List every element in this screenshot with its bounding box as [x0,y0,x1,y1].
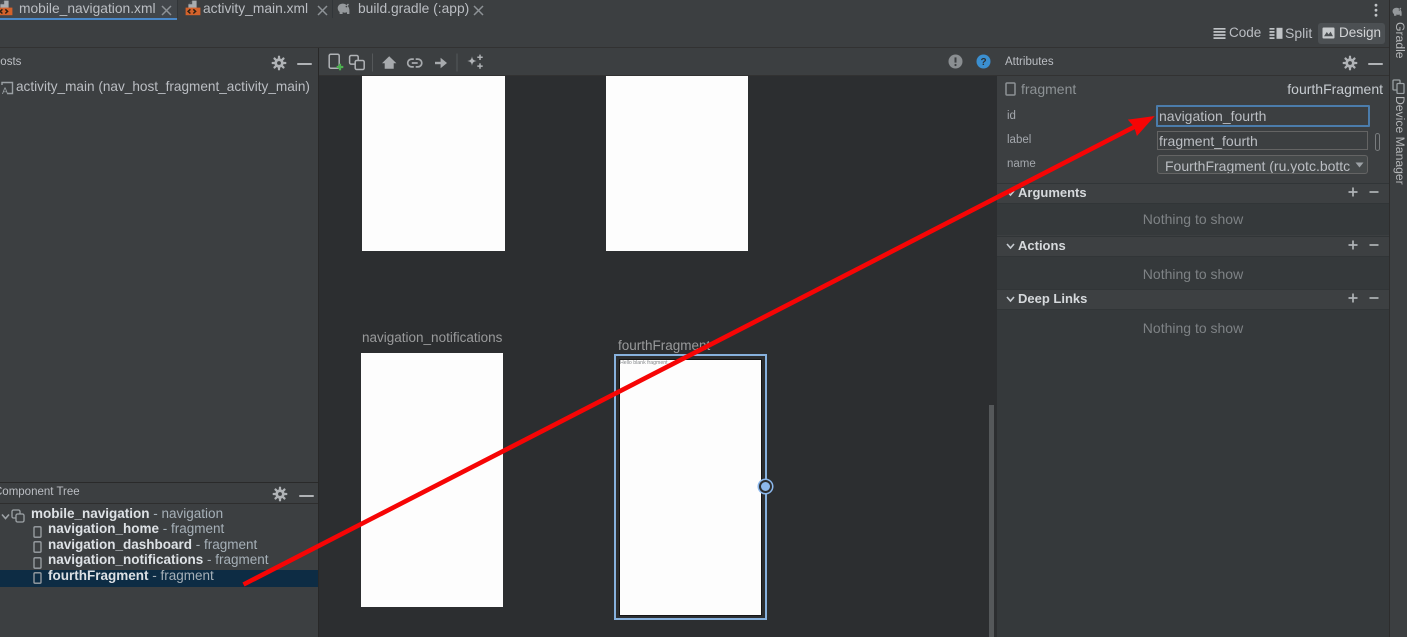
svg-text:A: A [2,86,8,95]
svg-text:?: ? [980,57,986,68]
